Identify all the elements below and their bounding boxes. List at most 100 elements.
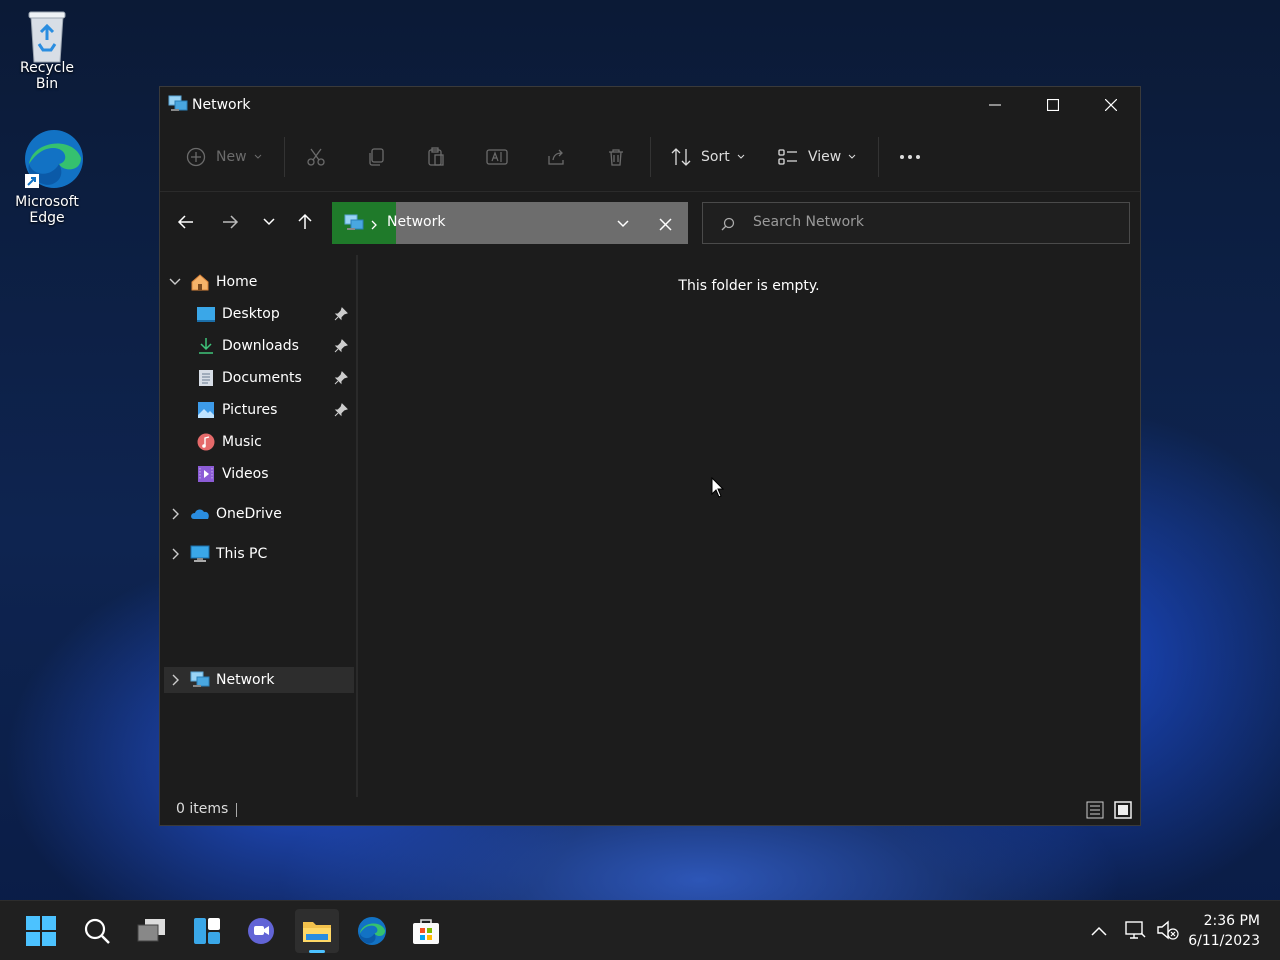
pin-icon bbox=[334, 403, 348, 417]
search-input[interactable] bbox=[751, 213, 1115, 231]
sidebar-item-onedrive[interactable]: OneDrive bbox=[164, 501, 354, 527]
address-row: Network bbox=[160, 191, 1140, 251]
address-bar[interactable]: Network bbox=[332, 202, 688, 244]
clipboard-icon bbox=[428, 147, 444, 166]
pin-icon bbox=[334, 339, 348, 353]
sidebar-item-label: Music bbox=[222, 434, 262, 450]
download-icon bbox=[199, 338, 213, 354]
rename-icon bbox=[486, 149, 508, 165]
title-bar[interactable]: Network bbox=[160, 87, 1140, 123]
maximize-button[interactable] bbox=[1024, 87, 1082, 123]
chevron-down-icon bbox=[617, 220, 629, 228]
sort-icon bbox=[671, 148, 691, 166]
sidebar-item-label: OneDrive bbox=[216, 506, 282, 522]
breadcrumb-network[interactable]: Network bbox=[387, 214, 445, 230]
store-taskbar-button[interactable] bbox=[404, 909, 448, 953]
status-divider bbox=[236, 803, 237, 817]
sort-label: Sort bbox=[701, 149, 730, 165]
search-box[interactable] bbox=[702, 202, 1130, 244]
start-button[interactable] bbox=[19, 909, 63, 953]
sidebar-item-documents[interactable]: Documents bbox=[164, 365, 354, 391]
network-status-button[interactable] bbox=[1124, 919, 1146, 945]
up-button[interactable] bbox=[293, 210, 317, 234]
chevron-right-icon bbox=[172, 548, 179, 560]
sidebar-item-home[interactable]: Home bbox=[164, 269, 354, 295]
share-button[interactable] bbox=[546, 145, 566, 169]
view-label: View bbox=[808, 149, 842, 165]
file-list[interactable]: This folder is empty. bbox=[358, 251, 1140, 797]
details-view-icon bbox=[1086, 801, 1104, 819]
search-icon bbox=[84, 918, 110, 944]
plus-circle-icon bbox=[186, 147, 206, 167]
file-explorer-window: Network New Sort View Network Search Net… bbox=[159, 86, 1141, 826]
home-icon bbox=[191, 274, 209, 291]
minimize-button[interactable] bbox=[966, 87, 1024, 123]
large-icons-view-button[interactable] bbox=[1114, 801, 1132, 823]
view-button[interactable]: View bbox=[777, 145, 857, 169]
toolbar-divider bbox=[878, 137, 879, 177]
task-view-button[interactable] bbox=[130, 909, 174, 953]
cut-button[interactable] bbox=[306, 145, 326, 169]
edge-taskbar-button[interactable] bbox=[350, 909, 394, 953]
recent-locations-button[interactable] bbox=[257, 210, 281, 234]
chevron-right-icon bbox=[172, 674, 179, 686]
taskbar: 2:36 PM 6/11/2023 bbox=[0, 900, 1280, 960]
window-title: Network bbox=[192, 97, 251, 113]
volume-button[interactable] bbox=[1156, 919, 1180, 945]
document-icon bbox=[199, 370, 213, 386]
edge-icon bbox=[357, 916, 387, 946]
network-icon bbox=[190, 671, 210, 687]
scissors-icon bbox=[307, 148, 325, 166]
show-hidden-icons-button[interactable] bbox=[1090, 923, 1108, 942]
clock[interactable]: 2:36 PM 6/11/2023 bbox=[1188, 911, 1260, 951]
delete-button[interactable] bbox=[606, 145, 626, 169]
trash-icon bbox=[609, 149, 623, 166]
new-button[interactable]: New bbox=[186, 145, 263, 169]
details-view-button[interactable] bbox=[1086, 801, 1104, 823]
copy-button[interactable] bbox=[366, 145, 386, 169]
active-indicator bbox=[309, 950, 325, 953]
sidebar-item-music[interactable]: Music bbox=[164, 429, 354, 455]
task-view-icon bbox=[137, 919, 165, 942]
sidebar-item-pictures[interactable]: Pictures bbox=[164, 397, 354, 423]
desktop-icon-edge[interactable]: Microsoft Edge bbox=[7, 128, 87, 226]
more-options-button[interactable] bbox=[898, 145, 922, 169]
chat-button[interactable] bbox=[239, 909, 283, 953]
desktop-icon-recycle-bin[interactable]: Recycle Bin bbox=[7, 8, 87, 92]
address-dropdown-button[interactable] bbox=[616, 216, 630, 235]
search-taskbar-button[interactable] bbox=[75, 909, 119, 953]
view-icon bbox=[778, 149, 797, 165]
chevron-down-icon bbox=[848, 154, 856, 159]
forward-button[interactable] bbox=[218, 210, 242, 234]
widgets-button[interactable] bbox=[185, 909, 229, 953]
sidebar-item-desktop[interactable]: Desktop bbox=[164, 301, 354, 327]
command-bar: New Sort View bbox=[160, 123, 1140, 191]
sidebar-item-network[interactable]: Network bbox=[164, 667, 354, 693]
breadcrumb-chevron-icon bbox=[370, 216, 378, 235]
close-button[interactable] bbox=[1082, 87, 1140, 123]
widgets-icon bbox=[194, 918, 220, 944]
desktop-folder-icon bbox=[197, 307, 215, 322]
chevron-down-icon bbox=[263, 218, 275, 226]
file-explorer-taskbar-button[interactable] bbox=[295, 909, 339, 953]
paste-button[interactable] bbox=[426, 145, 446, 169]
sidebar-item-label: Home bbox=[216, 274, 258, 290]
status-bar: 0 items bbox=[160, 795, 1140, 825]
chevron-down-icon bbox=[737, 154, 745, 159]
sort-button[interactable]: Sort bbox=[670, 145, 746, 169]
rename-button[interactable] bbox=[486, 145, 508, 169]
sidebar-item-this-pc[interactable]: This PC bbox=[164, 541, 354, 567]
back-button[interactable] bbox=[174, 210, 198, 234]
sidebar-item-downloads[interactable]: Downloads bbox=[164, 333, 354, 359]
search-icon bbox=[721, 216, 735, 235]
close-icon bbox=[659, 218, 672, 231]
store-icon bbox=[413, 919, 439, 944]
empty-folder-message: This folder is empty. bbox=[678, 278, 820, 294]
item-count: 0 items bbox=[176, 801, 229, 817]
minimize-icon bbox=[989, 104, 1001, 106]
arrow-left-icon bbox=[177, 215, 193, 229]
sidebar-item-label: Downloads bbox=[222, 338, 299, 354]
stop-loading-button[interactable] bbox=[659, 216, 672, 235]
sidebar-item-videos[interactable]: Videos bbox=[164, 461, 354, 487]
copy-icon bbox=[369, 148, 384, 166]
